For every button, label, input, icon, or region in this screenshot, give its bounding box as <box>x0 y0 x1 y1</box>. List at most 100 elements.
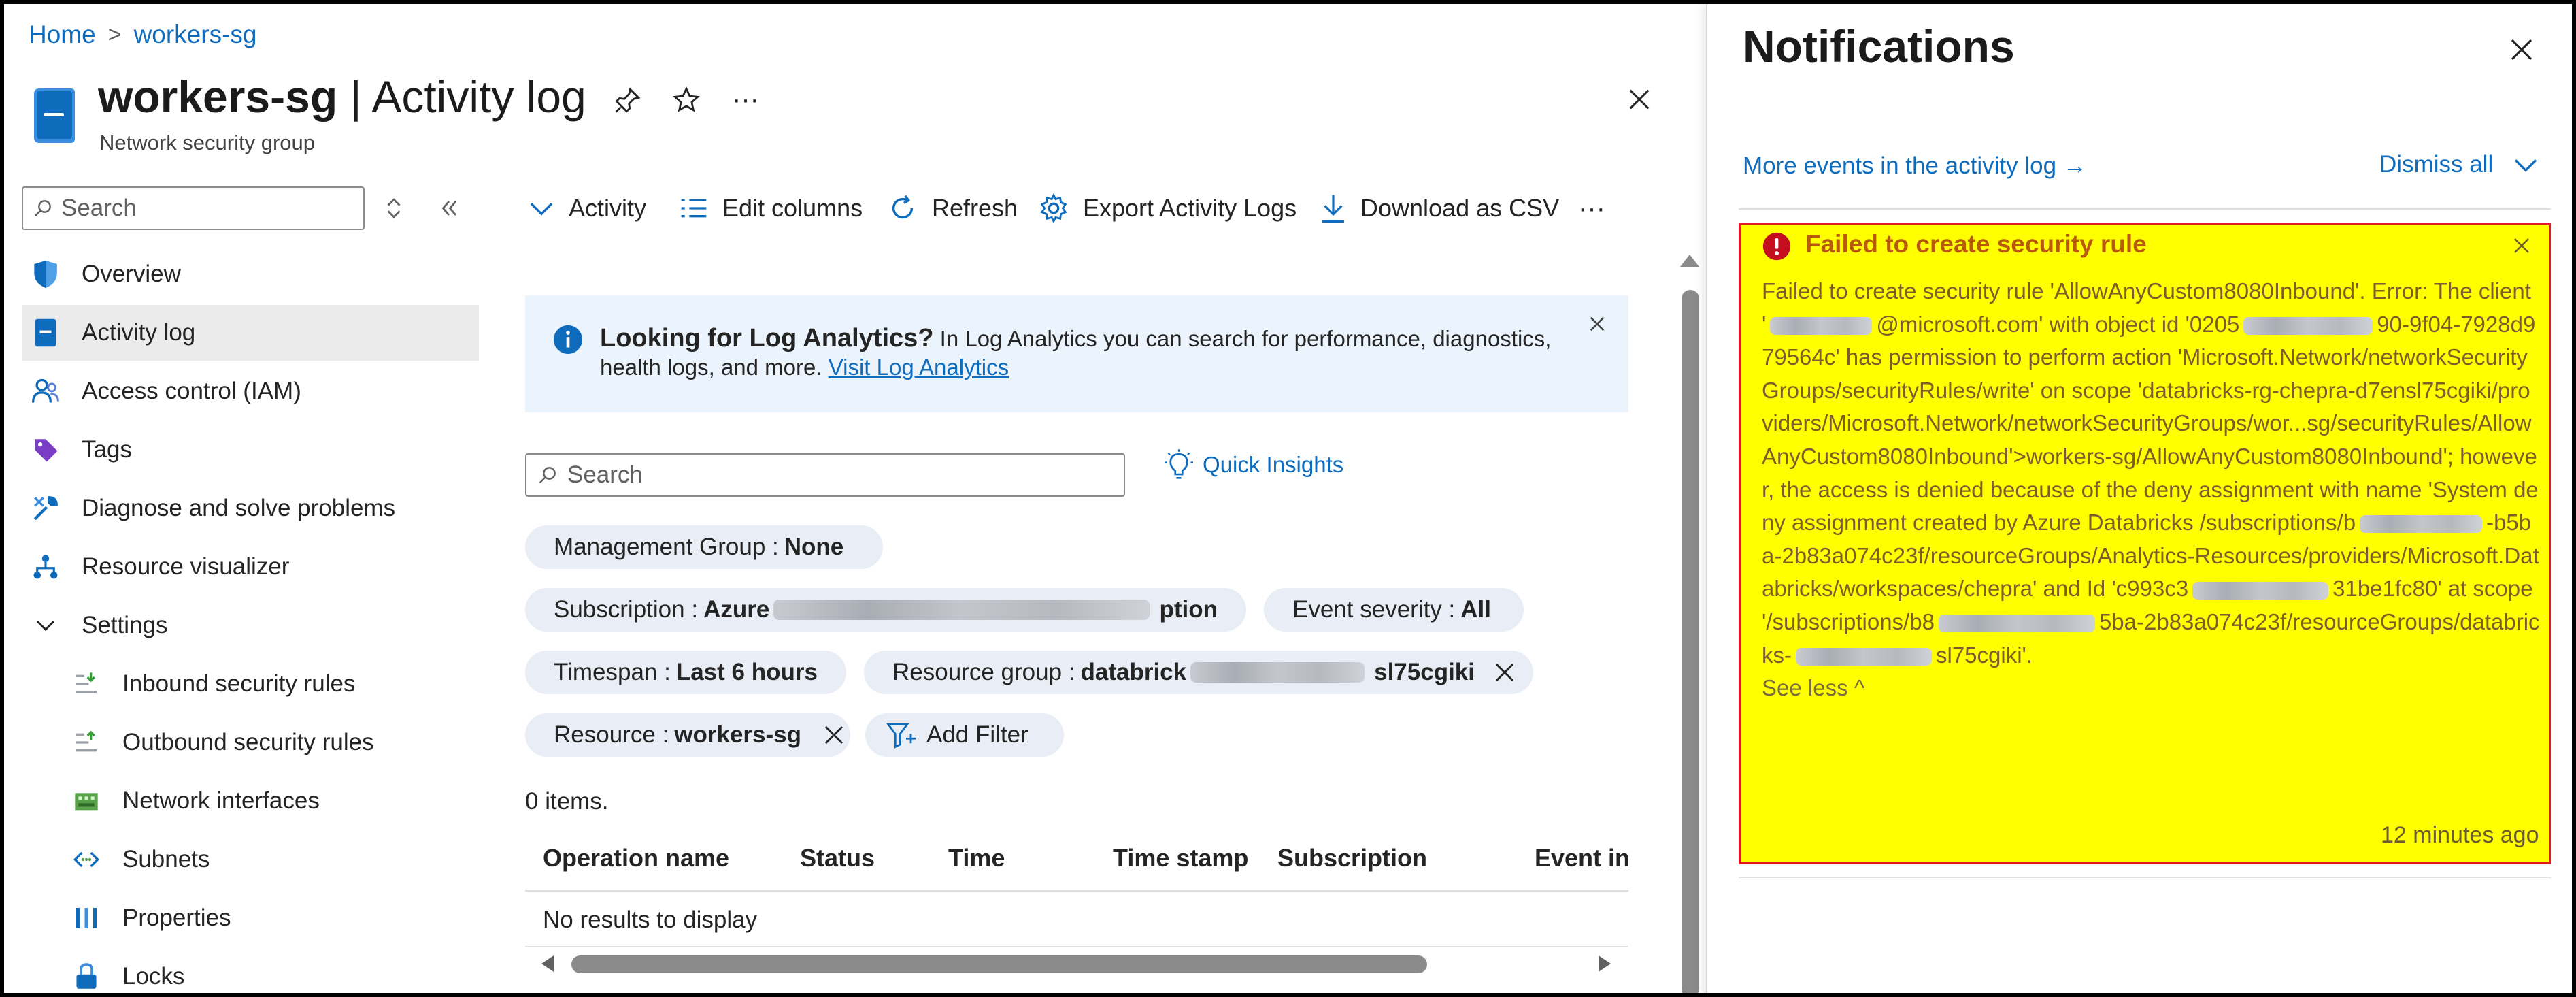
nav-item-properties[interactable]: Properties <box>22 890 479 946</box>
edit-columns-button[interactable]: Edit columns <box>679 188 863 229</box>
filter-value: All <box>1460 596 1491 623</box>
nav-item-outbound-rules[interactable]: Outbound security rules <box>22 715 479 770</box>
filter-label: Event severity : <box>1292 596 1456 623</box>
nav-item-diagnose[interactable]: Diagnose and solve problems <box>22 480 479 536</box>
column-header-event-initiated[interactable]: Event ini <box>1535 844 1628 872</box>
inbound-rules-icon <box>69 667 103 701</box>
filter-label: Management Group : <box>554 534 779 560</box>
table-divider <box>525 890 1628 892</box>
more-events-link[interactable]: More events in the activity log → <box>1743 152 2087 180</box>
filter-event-severity[interactable]: Event severity : All <box>1264 588 1524 632</box>
refresh-icon <box>887 193 918 224</box>
filter-value-end: sl75cgiki <box>1374 659 1475 685</box>
nav-item-label: Diagnose and solve problems <box>82 495 396 521</box>
search-icon <box>537 465 558 485</box>
nav-item-inbound-rules[interactable]: Inbound security rules <box>22 656 479 712</box>
visit-log-analytics-link[interactable]: Visit Log Analytics <box>829 355 1009 380</box>
refresh-button[interactable]: Refresh <box>887 188 1018 229</box>
add-filter-icon <box>886 721 917 749</box>
filter-timespan[interactable]: Timespan : Last 6 hours <box>525 651 846 694</box>
nav-item-label: Settings <box>82 612 168 638</box>
column-header-status[interactable]: Status <box>800 844 875 872</box>
toolbar-more-icon[interactable]: ··· <box>1578 188 1605 229</box>
close-blade-icon[interactable] <box>1626 86 1653 113</box>
column-header-time-stamp[interactable]: Time stamp <box>1113 844 1248 872</box>
nav-item-resource-visualizer[interactable]: Resource visualizer <box>22 539 479 595</box>
nav-item-label: Locks <box>122 963 185 990</box>
info-icon <box>552 324 584 355</box>
nav-item-label: Resource visualizer <box>82 553 290 580</box>
nav-search-placeholder: Search <box>61 195 137 221</box>
filter-subscription[interactable]: Subscription : Azure ption <box>525 588 1246 632</box>
star-icon[interactable] <box>672 86 701 114</box>
nav-item-label: Access control (IAM) <box>82 378 301 404</box>
breadcrumb-home-link[interactable]: Home <box>29 20 96 49</box>
sort-icon[interactable] <box>382 195 405 222</box>
close-banner-icon[interactable] <box>1586 313 1608 335</box>
download-icon <box>1320 193 1347 224</box>
remove-filter-icon[interactable] <box>1492 660 1517 685</box>
page-title: workers-sg | Activity log <box>98 71 586 122</box>
more-options-icon[interactable]: ··· <box>732 84 759 115</box>
notification-timestamp: 12 minutes ago <box>2381 822 2539 848</box>
add-filter-button[interactable]: Add Filter <box>865 713 1064 757</box>
nav-search-input[interactable]: Search <box>22 186 365 230</box>
lock-icon <box>69 960 103 993</box>
collapse-menu-icon[interactable] <box>437 195 461 222</box>
banner-heading: Looking for Log Analytics? <box>600 324 934 353</box>
table-divider <box>525 946 1628 947</box>
panel-divider <box>1739 208 2551 210</box>
filter-value: workers-sg <box>674 721 801 748</box>
redacted-text <box>2360 515 2483 534</box>
export-activity-logs-button[interactable]: Export Activity Logs <box>1038 188 1297 229</box>
quick-insights-label: Quick Insights <box>1203 452 1344 477</box>
notification-title: Failed to create security rule <box>1805 230 2147 258</box>
scroll-left-arrow[interactable] <box>541 955 554 972</box>
nav-item-locks[interactable]: Locks <box>22 949 479 993</box>
filter-management-group[interactable]: Management Group : None <box>525 525 883 569</box>
close-notifications-icon[interactable] <box>2507 35 2536 64</box>
chevron-down-icon[interactable] <box>2512 151 2539 178</box>
redacted-text <box>773 600 1150 620</box>
breadcrumb-current-link[interactable]: workers-sg <box>134 20 257 49</box>
activity-button[interactable]: Activity <box>528 188 646 229</box>
pin-icon[interactable] <box>614 86 642 114</box>
nav-group-settings[interactable]: Settings <box>22 598 479 653</box>
scroll-up-arrow[interactable] <box>1680 255 1699 267</box>
chevron-down-icon <box>29 608 63 642</box>
activity-search-input[interactable]: Search <box>525 453 1125 497</box>
horizontal-scrollbar-thumb[interactable] <box>571 955 1427 973</box>
nav-item-overview[interactable]: Overview <box>22 246 479 302</box>
quick-insights-button[interactable]: Quick Insights <box>1165 449 1343 480</box>
error-icon <box>1762 231 1792 261</box>
column-header-time[interactable]: Time <box>948 844 1005 872</box>
nav-item-activity-log[interactable]: Activity log <box>22 305 479 361</box>
breadcrumb: Home > workers-sg <box>29 20 256 49</box>
add-filter-label: Add Filter <box>926 721 1028 748</box>
body-part: 90-9f04-7928d979564c' has permission to … <box>1762 311 2539 536</box>
filter-resource[interactable]: Resource : workers-sg <box>525 713 850 757</box>
tag-icon <box>29 433 63 467</box>
panel-divider <box>1739 877 2551 878</box>
people-icon <box>29 374 63 408</box>
notification-body: Failed to create security rule 'AllowAny… <box>1762 275 2541 705</box>
nav-item-access-control[interactable]: Access control (IAM) <box>22 363 479 419</box>
dismiss-all-button[interactable]: Dismiss all <box>2379 151 2539 178</box>
nav-item-network-interfaces[interactable]: Network interfaces <box>22 773 479 829</box>
hierarchy-icon <box>29 550 63 584</box>
nav-item-tags[interactable]: Tags <box>22 422 479 478</box>
column-header-operation-name[interactable]: Operation name <box>543 844 729 872</box>
download-csv-button[interactable]: Download as CSV <box>1320 188 1559 229</box>
see-less-link[interactable]: See less ^ <box>1762 675 1864 700</box>
vertical-scrollbar-thumb[interactable] <box>1682 290 1699 993</box>
filter-resource-group[interactable]: Resource group : databrick sl75cgiki <box>864 651 1533 694</box>
nav-item-subnets[interactable]: Subnets <box>22 832 479 887</box>
column-header-subscription[interactable]: Subscription <box>1277 844 1427 872</box>
portal-window: Home > workers-sg workers-sg | Activity … <box>0 0 2576 997</box>
remove-filter-icon[interactable] <box>822 723 846 747</box>
scroll-right-arrow[interactable] <box>1599 955 1611 972</box>
body-part: sl75cgiki'. <box>1936 642 2033 668</box>
dismiss-notification-icon[interactable] <box>2511 235 2532 256</box>
nav-item-label: Tags <box>82 436 132 463</box>
chevron-down-icon <box>528 195 555 222</box>
